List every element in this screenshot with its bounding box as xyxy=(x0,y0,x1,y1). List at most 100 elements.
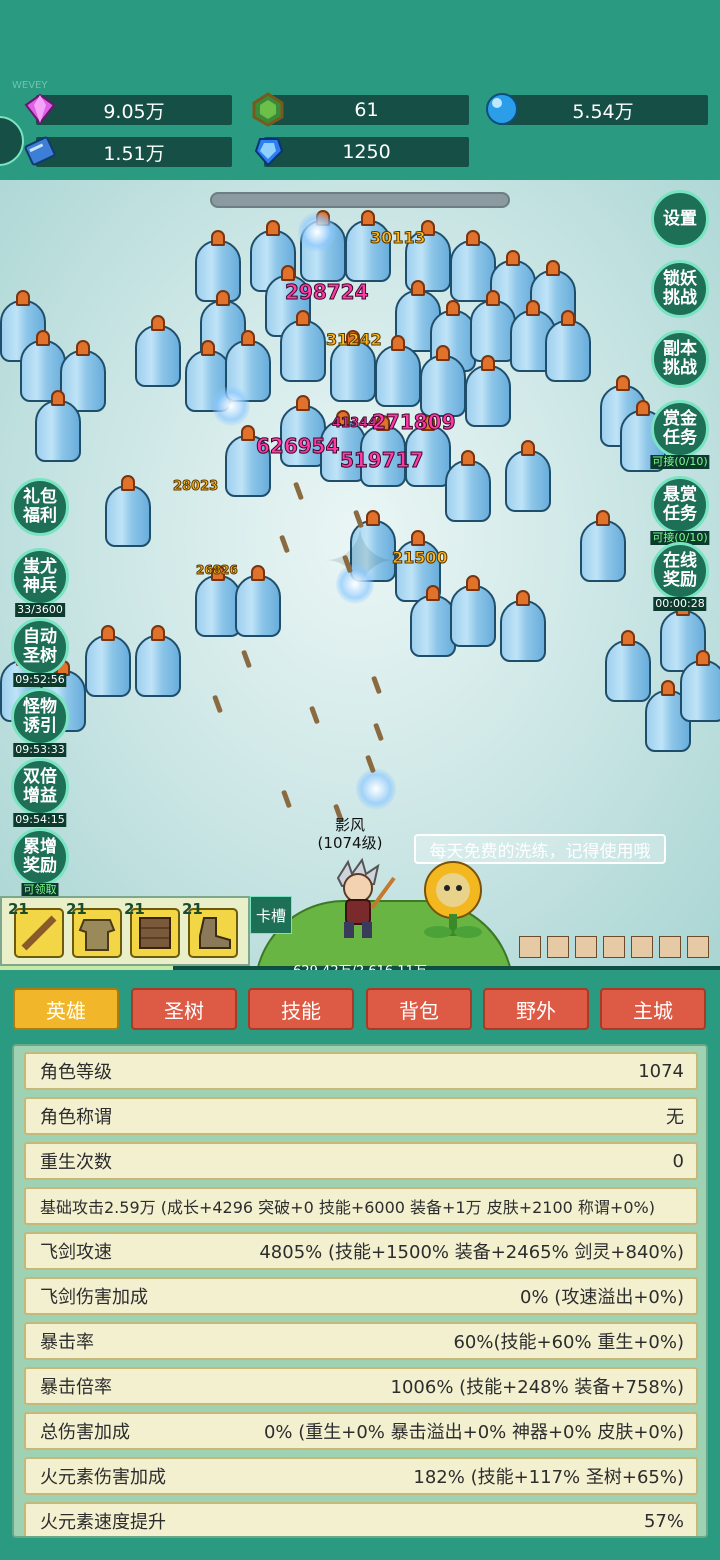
battle-area[interactable]: ✦ 30113 298724 31242 41344 271809 626954… xyxy=(0,180,720,970)
side-handle[interactable] xyxy=(0,116,24,166)
damage-number: 41344 xyxy=(331,416,378,432)
gem-counter[interactable]: 9.05万 xyxy=(24,93,232,125)
gift-welfare-button[interactable]: 礼包福利 xyxy=(11,478,69,536)
divine-weapon-button[interactable]: 蚩尤神兵 33/3600 xyxy=(11,548,69,617)
damage-number: 31242 xyxy=(326,330,383,350)
stat-row: 火元素速度提升 57% xyxy=(24,1502,698,1536)
stat-label: 飞剑攻速 xyxy=(40,1242,112,1263)
dungeon-label: 副本挑战 xyxy=(663,339,697,378)
monster-lure-button[interactable]: 怪物诱引 09:53:33 xyxy=(11,688,69,757)
green-stone-counter[interactable]: 61 xyxy=(252,92,469,127)
buff-icon[interactable] xyxy=(519,936,541,958)
tab-wild[interactable]: 野外 xyxy=(483,988,589,1030)
experience-text: 629.42万/2,616.11万 xyxy=(290,960,430,970)
equipment-slot[interactable]: 21 xyxy=(182,900,238,958)
equipment-slot[interactable]: 21 xyxy=(8,900,64,958)
flying-sword xyxy=(241,649,252,669)
reward-task-status: 可接(0/10) xyxy=(650,455,710,469)
ice-monster xyxy=(505,440,551,512)
equipment-slot[interactable]: 21 xyxy=(66,900,122,958)
blue-orb-counter[interactable]: 5.54万 xyxy=(486,93,708,125)
blue-crystal-counter[interactable]: 1250 xyxy=(254,137,469,167)
gem-icon xyxy=(24,93,56,125)
flying-sword xyxy=(293,481,304,501)
lure-timer: 09:53:33 xyxy=(13,743,67,757)
blue-crystal-icon xyxy=(254,138,284,167)
stat-row: 暴击率 60%(技能+60% 重生+0%) xyxy=(24,1322,698,1360)
book-counter[interactable]: 1.51万 xyxy=(24,136,232,167)
lock-demon-label: 锁妖挑战 xyxy=(663,269,697,308)
buff-icon[interactable] xyxy=(547,936,569,958)
accum-label: 累增奖励 xyxy=(23,837,57,876)
stat-label: 角色称谓 xyxy=(40,1107,112,1128)
stat-label: 基础攻击2.59万 (成长+4296 突破+0 技能+6000 装备+1万 皮肤… xyxy=(40,1198,655,1217)
accumulated-reward-button[interactable]: 累增奖励 可领取 xyxy=(11,828,69,897)
tab-backpack[interactable]: 背包 xyxy=(366,988,472,1030)
tab-skills[interactable]: 技能 xyxy=(248,988,354,1030)
reward-task-button[interactable]: 赏金任务可接(0/10) xyxy=(650,400,710,469)
double-label: 双倍增益 xyxy=(23,767,57,806)
card-slot-button[interactable]: 卡槽 xyxy=(250,896,292,934)
damage-number: 28023 xyxy=(172,479,219,495)
bounty-task-label: 悬赏任务 xyxy=(663,485,697,524)
tornado-effect xyxy=(212,386,250,426)
double-timer: 09:54:15 xyxy=(13,813,67,827)
stat-row: 重生次数 0 xyxy=(24,1142,698,1180)
green-stone-value: 61 xyxy=(354,99,379,121)
tornado-effect xyxy=(356,768,396,810)
gift-label: 礼包福利 xyxy=(23,487,57,526)
double-boost-button[interactable]: 双倍增益 09:54:15 xyxy=(11,758,69,827)
reward-task-label: 赏金任务 xyxy=(663,409,697,448)
tab-holy-tree[interactable]: 圣树 xyxy=(131,988,237,1030)
stat-label: 暴击率 xyxy=(40,1332,94,1353)
dungeon-challenge-button[interactable]: 副本挑战 xyxy=(651,330,709,388)
buff-icon[interactable] xyxy=(659,936,681,958)
bounty-task-button[interactable]: 悬赏任务 可接(0/10) xyxy=(650,476,710,545)
gem-value: 9.05万 xyxy=(103,100,165,123)
watermark: WEVEY xyxy=(12,80,48,91)
ice-monster xyxy=(375,335,421,407)
auto-tree-label: 自动圣树 xyxy=(23,627,57,666)
book-value: 1.51万 xyxy=(103,142,165,165)
flying-sword xyxy=(371,675,382,695)
online-reward-timer: 00:00:28 xyxy=(653,597,707,611)
ice-monster xyxy=(135,315,181,387)
wave-progress-bar xyxy=(210,192,510,208)
buff-icon[interactable] xyxy=(631,936,653,958)
tab-hero[interactable]: 英雄 xyxy=(13,988,119,1030)
top-resource-bar: WEVEY 9.05万 61 5.54万 1.51万 1250 xyxy=(0,0,720,180)
stat-value: 0% (攻速溢出+0%) xyxy=(520,1287,684,1308)
equipment-slot[interactable]: 21 xyxy=(124,900,180,958)
lock-demon-challenge-button[interactable]: 锁妖挑战 xyxy=(651,260,709,318)
lure-label: 怪物诱引 xyxy=(23,697,57,736)
damage-number: 298724 xyxy=(285,280,369,305)
stat-row: 角色等级 1074 xyxy=(24,1052,698,1090)
weapon-count: 33/3600 xyxy=(15,603,65,617)
online-reward-button[interactable]: 在线奖励 00:00:28 xyxy=(651,542,709,611)
ice-monster xyxy=(420,345,466,417)
blue-orb-value: 5.54万 xyxy=(572,100,634,123)
tornado-effect xyxy=(298,212,336,252)
ice-monster xyxy=(580,510,626,582)
buff-icon[interactable] xyxy=(687,936,709,958)
flying-sword xyxy=(212,694,223,714)
main-tab-bar: 英雄 圣树 技能 背包 野外 主城 xyxy=(0,980,720,1040)
buff-icon[interactable] xyxy=(575,936,597,958)
settings-button[interactable]: 设置 xyxy=(651,190,709,248)
ice-monster xyxy=(135,625,181,697)
damage-number: 519717 xyxy=(340,448,424,473)
stat-row: 总伤害加成 0% (重生+0% 暴击溢出+0% 神器+0% 皮肤+0%) xyxy=(24,1412,698,1450)
stat-value: 1074 xyxy=(638,1060,684,1082)
buff-icon[interactable] xyxy=(603,936,625,958)
hero-character xyxy=(336,858,396,938)
hero-level: (1074级) xyxy=(317,834,383,852)
stat-value: 0 xyxy=(672,1150,684,1172)
tab-main-city[interactable]: 主城 xyxy=(600,988,706,1030)
hero-stats-panel[interactable]: 角色等级 1074 角色称谓 无 重生次数 0 基础攻击2.59万 (成长+4296 … xyxy=(12,1044,708,1538)
auto-tree-button[interactable]: 自动圣树 09:52:56 xyxy=(11,618,69,687)
damage-number: 30113 xyxy=(370,228,427,248)
ice-monster xyxy=(680,650,720,722)
damage-number: 626954 xyxy=(256,434,340,459)
slot-level: 21 xyxy=(182,900,203,918)
damage-number: 21500 xyxy=(392,548,449,568)
